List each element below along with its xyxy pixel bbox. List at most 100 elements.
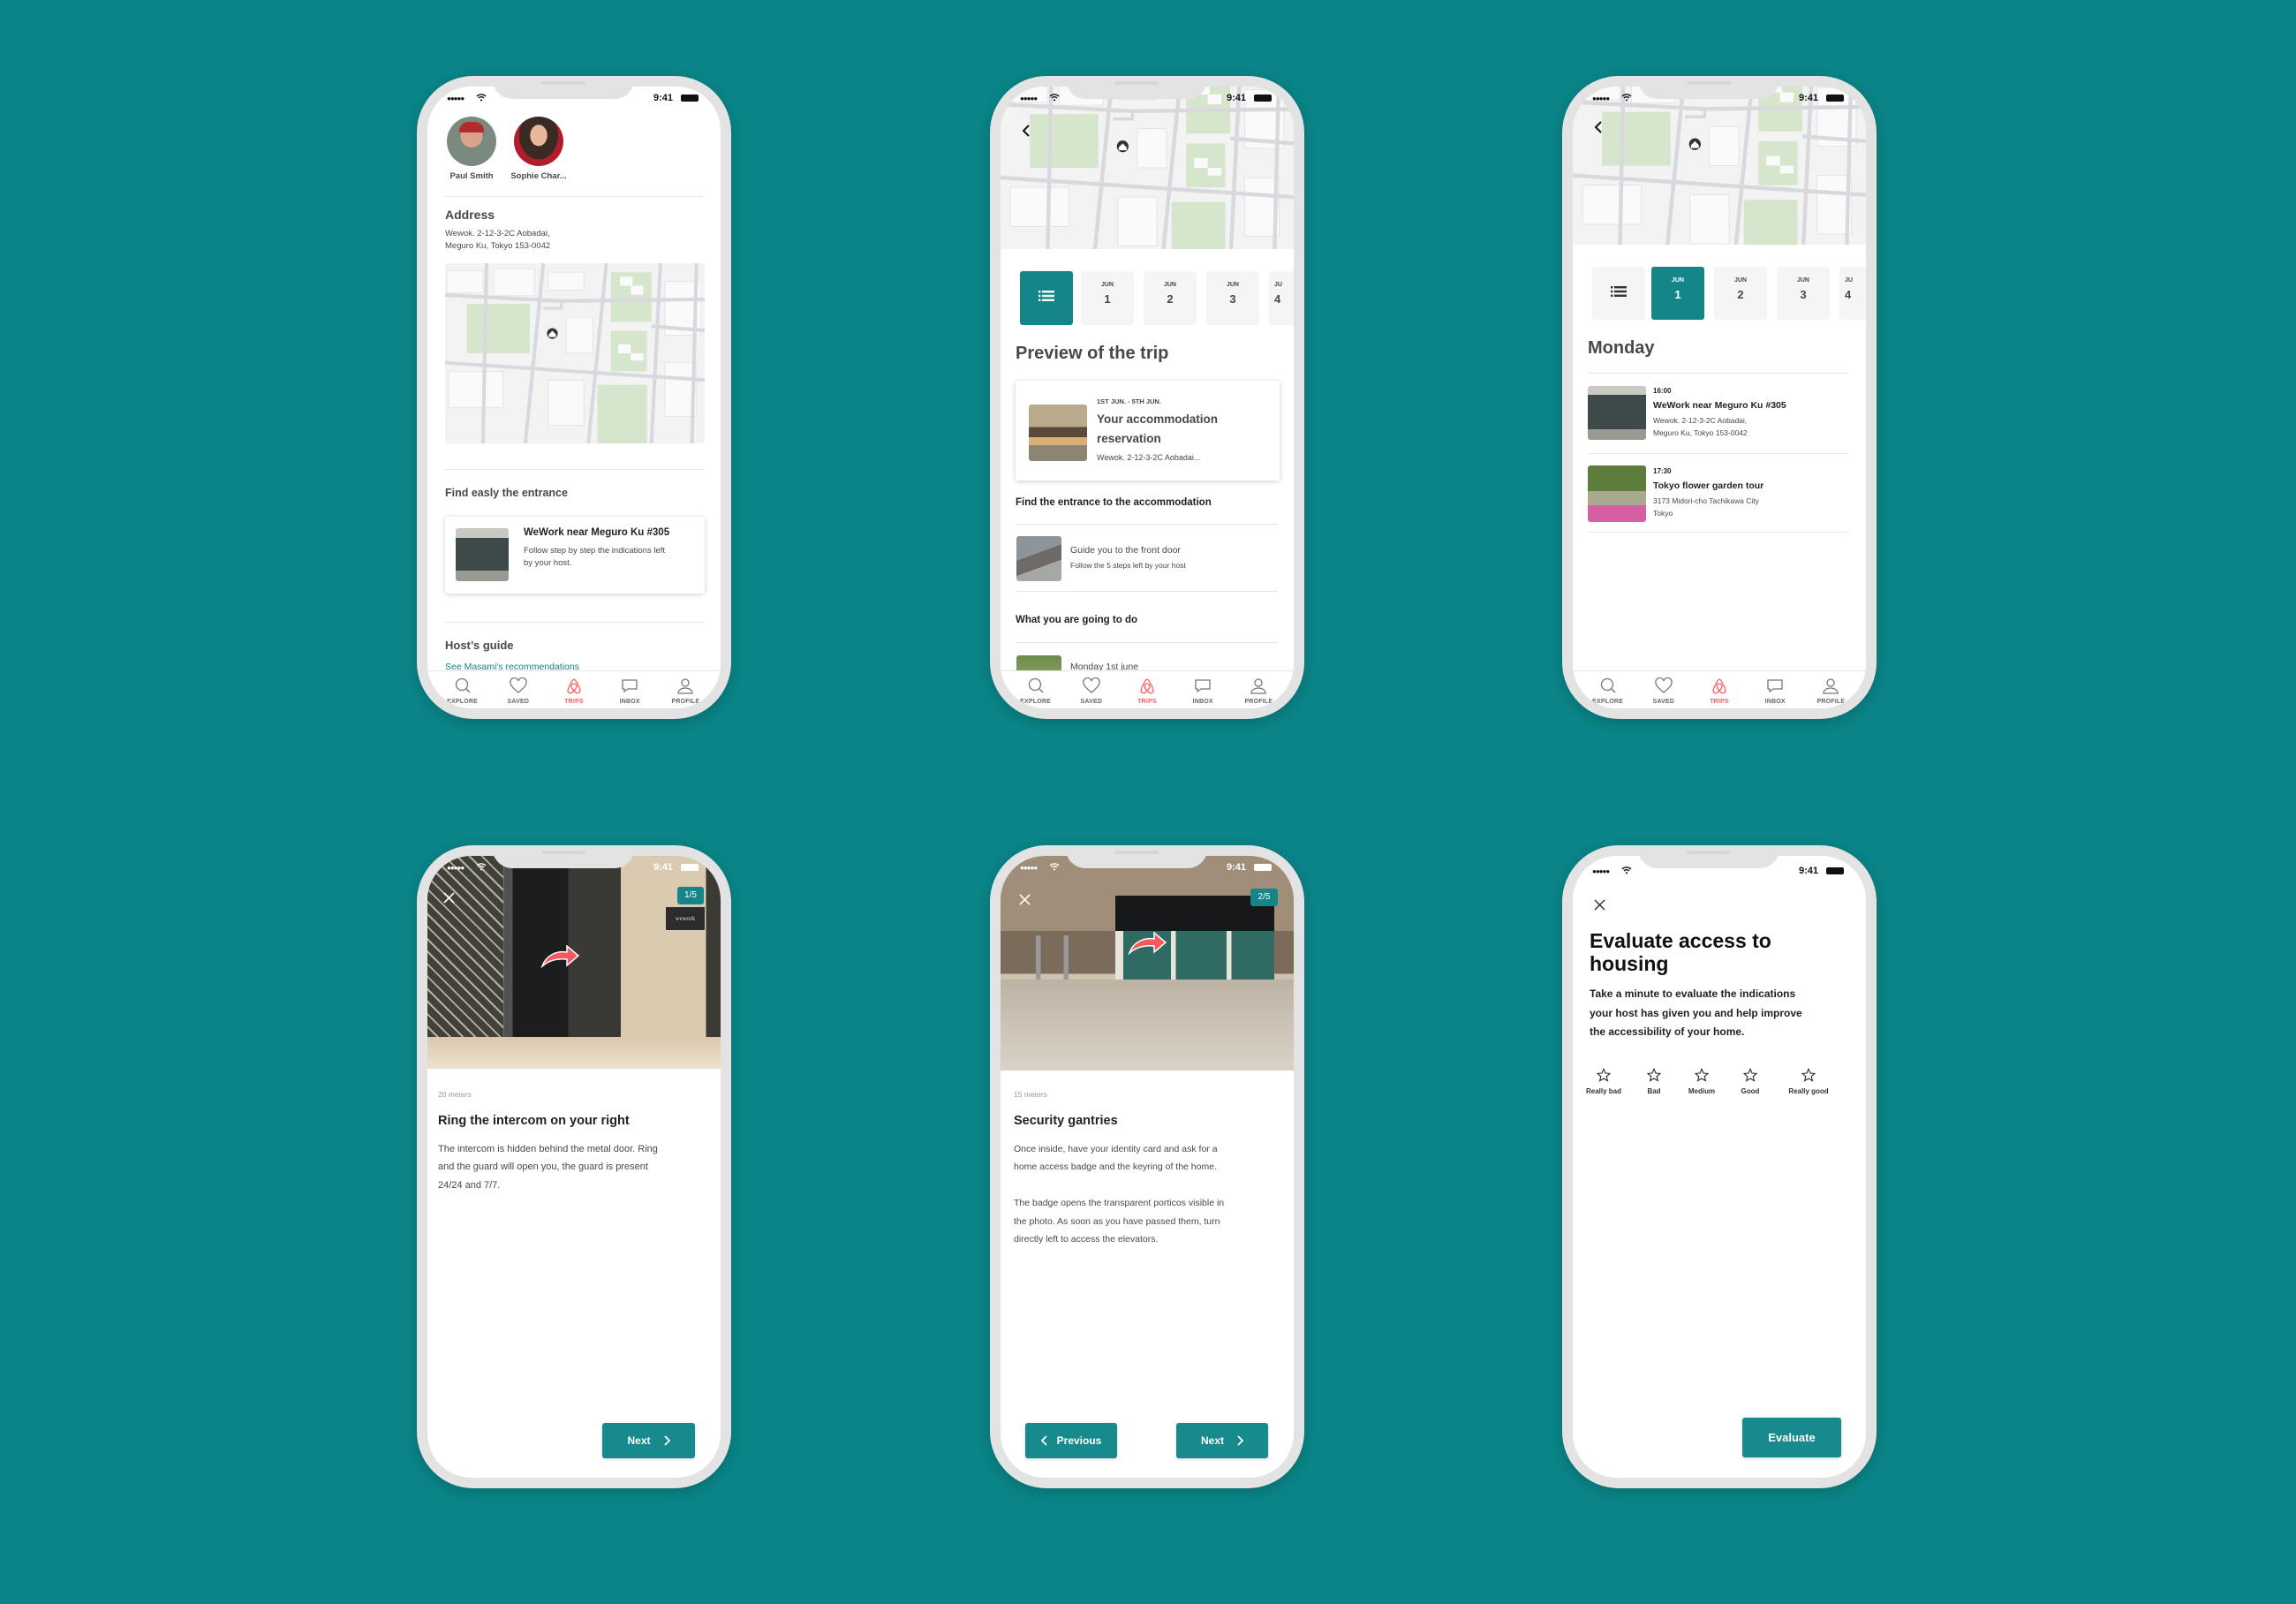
- close-icon[interactable]: [1594, 899, 1605, 911]
- location-map[interactable]: [445, 263, 705, 443]
- date-tab[interactable]: JU 4: [1269, 271, 1294, 325]
- phone-evaluate: ●●●●● 9:41 Evaluate access to housing Tak…: [1562, 845, 1877, 1488]
- schedule-item[interactable]: 16:00 WeWork near Meguro Ku #305 Wewok. …: [1588, 386, 1848, 443]
- overview-tab[interactable]: [1592, 267, 1645, 320]
- date-tab[interactable]: JUN 2: [1714, 267, 1767, 320]
- tab-profile[interactable]: PROFILE: [1231, 671, 1287, 708]
- tab-trips[interactable]: TRIPS: [546, 671, 601, 708]
- phone-trip-preview: ●●●●● 9:41 JUN 1 JUN 2 JUN 3 JU 4 Preview of …: [990, 76, 1304, 719]
- tab-inbox[interactable]: INBOX: [602, 671, 658, 708]
- guest-avatar[interactable]: [447, 117, 496, 166]
- tab-label: INBOX: [1192, 699, 1213, 705]
- previous-button[interactable]: Previous: [1025, 1423, 1117, 1458]
- step-body-line: home access badge and the keyring of the…: [1014, 1161, 1217, 1172]
- status-bar: ●●●●● 9:41: [427, 92, 721, 106]
- tab-explore[interactable]: EXPLORE: [434, 671, 490, 708]
- reservation-card[interactable]: 1ST JUN. - 5TH JUN. Your accommodation r…: [1016, 381, 1280, 480]
- wifi-icon: [476, 863, 487, 871]
- tab-saved[interactable]: SAVED: [1635, 671, 1691, 708]
- guide-title: Guide you to the front door: [1070, 545, 1181, 556]
- direction-arrow-icon: [1128, 932, 1167, 956]
- tab-trips[interactable]: TRIPS: [1119, 671, 1174, 708]
- wifi-icon: [1049, 94, 1060, 102]
- heart-icon: [1655, 677, 1673, 693]
- tab-label: INBOX: [619, 699, 640, 705]
- month: JUN: [1671, 277, 1684, 284]
- address-line: Wewok. 2-12-3-2C Aobadai,: [445, 229, 550, 238]
- tab-explore[interactable]: EXPLORE: [1580, 671, 1635, 708]
- screen: ●●●●● 9:41 Evaluate access to housing Tak…: [1573, 856, 1866, 1478]
- day: 3: [1229, 292, 1236, 306]
- tab-saved[interactable]: SAVED: [1063, 671, 1119, 708]
- tab-profile[interactable]: PROFILE: [658, 671, 714, 708]
- date-tab[interactable]: JU 4: [1839, 267, 1866, 320]
- map-graphic: [1001, 87, 1294, 249]
- front-door-guide-row[interactable]: Guide you to the front door Follow the 5…: [1016, 536, 1278, 582]
- star-icon: [1742, 1067, 1758, 1082]
- tab-label: INBOX: [1764, 699, 1786, 705]
- tab-trips[interactable]: TRIPS: [1691, 671, 1747, 708]
- rating-option[interactable]: Good: [1719, 1067, 1781, 1095]
- back-arrow-icon[interactable]: [1020, 124, 1032, 138]
- hosts-guide-title: Host’s guide: [445, 639, 514, 652]
- close-icon[interactable]: [1019, 894, 1031, 905]
- person-icon: [677, 678, 694, 694]
- description-line: Take a minute to evaluate the indication…: [1590, 987, 1796, 1000]
- tab-label: TRIPS: [1710, 699, 1729, 705]
- day: 3: [1800, 288, 1807, 301]
- date-tab[interactable]: JUN 2: [1144, 271, 1197, 325]
- guest-avatar[interactable]: [514, 117, 563, 166]
- trip-map[interactable]: [1573, 87, 1866, 245]
- close-icon[interactable]: [443, 892, 455, 904]
- signal-icon: ●●●●●: [1592, 867, 1610, 875]
- distance-label: 15 meters: [1014, 1090, 1047, 1099]
- back-arrow-icon[interactable]: [1592, 120, 1605, 134]
- trip-map[interactable]: [1001, 87, 1294, 249]
- description-line: the accessibility of your home.: [1590, 1025, 1745, 1038]
- status-bar: ●●●●● 9:41: [1001, 92, 1294, 106]
- tab-explore[interactable]: EXPLORE: [1008, 671, 1063, 708]
- date-tab[interactable]: JUN 1: [1081, 271, 1134, 325]
- month: JUN: [1163, 282, 1176, 288]
- reservation-address: Wewok. 2-12-3-2C Aobadai...: [1097, 453, 1201, 462]
- chevron-right-icon: [663, 1435, 670, 1446]
- status-bar: ●●●●● 9:41: [1001, 861, 1294, 875]
- step-body-line: the photo. As soon as you have passed th…: [1014, 1216, 1220, 1227]
- schedule-item[interactable]: 17:30 Tokyo flower garden tour 3173 Mido…: [1588, 465, 1848, 524]
- entrance-card[interactable]: WeWork near Meguro Ku #305 Follow step b…: [445, 517, 705, 594]
- date-tab-selected[interactable]: JUN 1: [1651, 267, 1704, 320]
- tab-label: EXPLORE: [1592, 699, 1624, 705]
- person-icon: [1823, 678, 1839, 694]
- tab-label: TRIPS: [564, 699, 584, 705]
- tab-label: TRIPS: [1137, 699, 1157, 705]
- page-title: Preview of the trip: [1016, 344, 1169, 363]
- previous-label: Previous: [1056, 1434, 1102, 1447]
- step-title: Security gantries: [1014, 1114, 1118, 1128]
- tab-inbox[interactable]: INBOX: [1175, 671, 1231, 708]
- airbnb-logo-icon: [1712, 678, 1726, 694]
- tab-label: PROFILE: [1244, 699, 1273, 705]
- step-body-line: The badge opens the transparent porticos…: [1014, 1198, 1225, 1208]
- street-photo: [1016, 536, 1061, 581]
- tab-saved[interactable]: SAVED: [490, 671, 546, 708]
- next-button[interactable]: Next: [1176, 1423, 1268, 1458]
- next-button[interactable]: Next: [602, 1423, 695, 1458]
- tab-profile[interactable]: PROFILE: [1803, 671, 1859, 708]
- overview-tab[interactable]: [1020, 271, 1073, 325]
- tab-label: EXPLORE: [447, 699, 479, 705]
- step-title: Ring the intercom on your right: [438, 1114, 630, 1128]
- battery-icon: [681, 864, 699, 871]
- date-tab[interactable]: JUN 3: [1777, 267, 1830, 320]
- step-body-line: and the guard will open you, the guard i…: [438, 1161, 648, 1172]
- date-tab[interactable]: JUN 3: [1206, 271, 1259, 325]
- evaluate-button[interactable]: Evaluate: [1742, 1418, 1841, 1457]
- tab-bar: EXPLORE SAVED TRIPS INBOX PROFILE: [1001, 670, 1294, 708]
- heart-icon: [1083, 677, 1100, 693]
- building-photo: [456, 528, 509, 581]
- clock: 9:41: [1227, 862, 1247, 873]
- screen: ●●●●● 9:41 JUN 1 JUN 2 JUN 3 JU 4 Monday 16:0…: [1573, 87, 1866, 708]
- card-desc: by your host.: [524, 558, 572, 568]
- airbnb-logo-icon: [1140, 678, 1154, 694]
- rating-option[interactable]: Really good: [1778, 1067, 1839, 1095]
- tab-inbox[interactable]: INBOX: [1748, 671, 1803, 708]
